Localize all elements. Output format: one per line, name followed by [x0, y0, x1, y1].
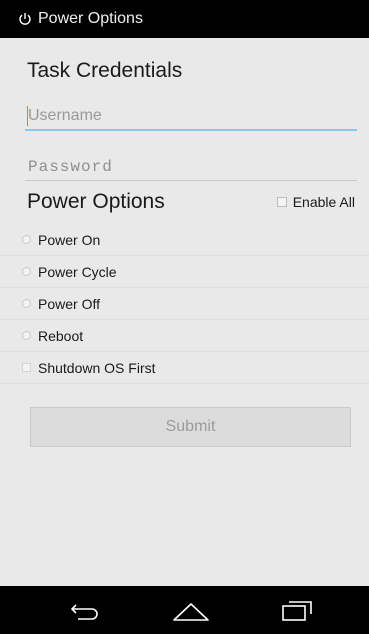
- password-input[interactable]: [25, 153, 357, 181]
- option-label: Power On: [38, 231, 101, 248]
- home-icon[interactable]: [171, 596, 211, 624]
- task-credentials-heading: Task Credentials: [27, 59, 183, 82]
- recent-apps-icon[interactable]: [277, 596, 317, 624]
- enable-all-label: Enable All: [292, 194, 355, 210]
- option-power-cycle[interactable]: Power Cycle: [0, 256, 369, 288]
- radio-button[interactable]: [22, 235, 31, 244]
- enable-all-checkbox[interactable]: Enable All: [276, 194, 355, 210]
- submit-button[interactable]: Submit: [30, 407, 351, 447]
- checkbox-icon[interactable]: [276, 197, 287, 207]
- power-options-list: Power On Power Cycle Power Off Reboot Sh…: [0, 224, 369, 384]
- app-title: Power Options: [38, 10, 143, 27]
- option-shutdown-os-first[interactable]: Shutdown OS First: [0, 352, 369, 384]
- option-reboot[interactable]: Reboot: [0, 320, 369, 352]
- username-input[interactable]: [25, 103, 357, 131]
- text-cursor: [27, 106, 28, 126]
- radio-button[interactable]: [22, 267, 31, 276]
- checkbox-icon[interactable]: [22, 363, 31, 372]
- option-power-off[interactable]: Power Off: [0, 288, 369, 320]
- power-icon: [19, 13, 31, 25]
- system-nav-bar: [0, 586, 369, 634]
- option-power-on[interactable]: Power On: [0, 224, 369, 256]
- back-icon[interactable]: [64, 596, 104, 624]
- option-label: Power Off: [38, 295, 100, 312]
- option-label: Shutdown OS First: [38, 359, 156, 376]
- action-bar: Power Options: [0, 0, 369, 38]
- radio-button[interactable]: [22, 299, 31, 308]
- power-options-heading: Power Options: [27, 190, 165, 213]
- option-label: Power Cycle: [38, 263, 117, 280]
- radio-button[interactable]: [22, 331, 31, 340]
- option-label: Reboot: [38, 327, 84, 344]
